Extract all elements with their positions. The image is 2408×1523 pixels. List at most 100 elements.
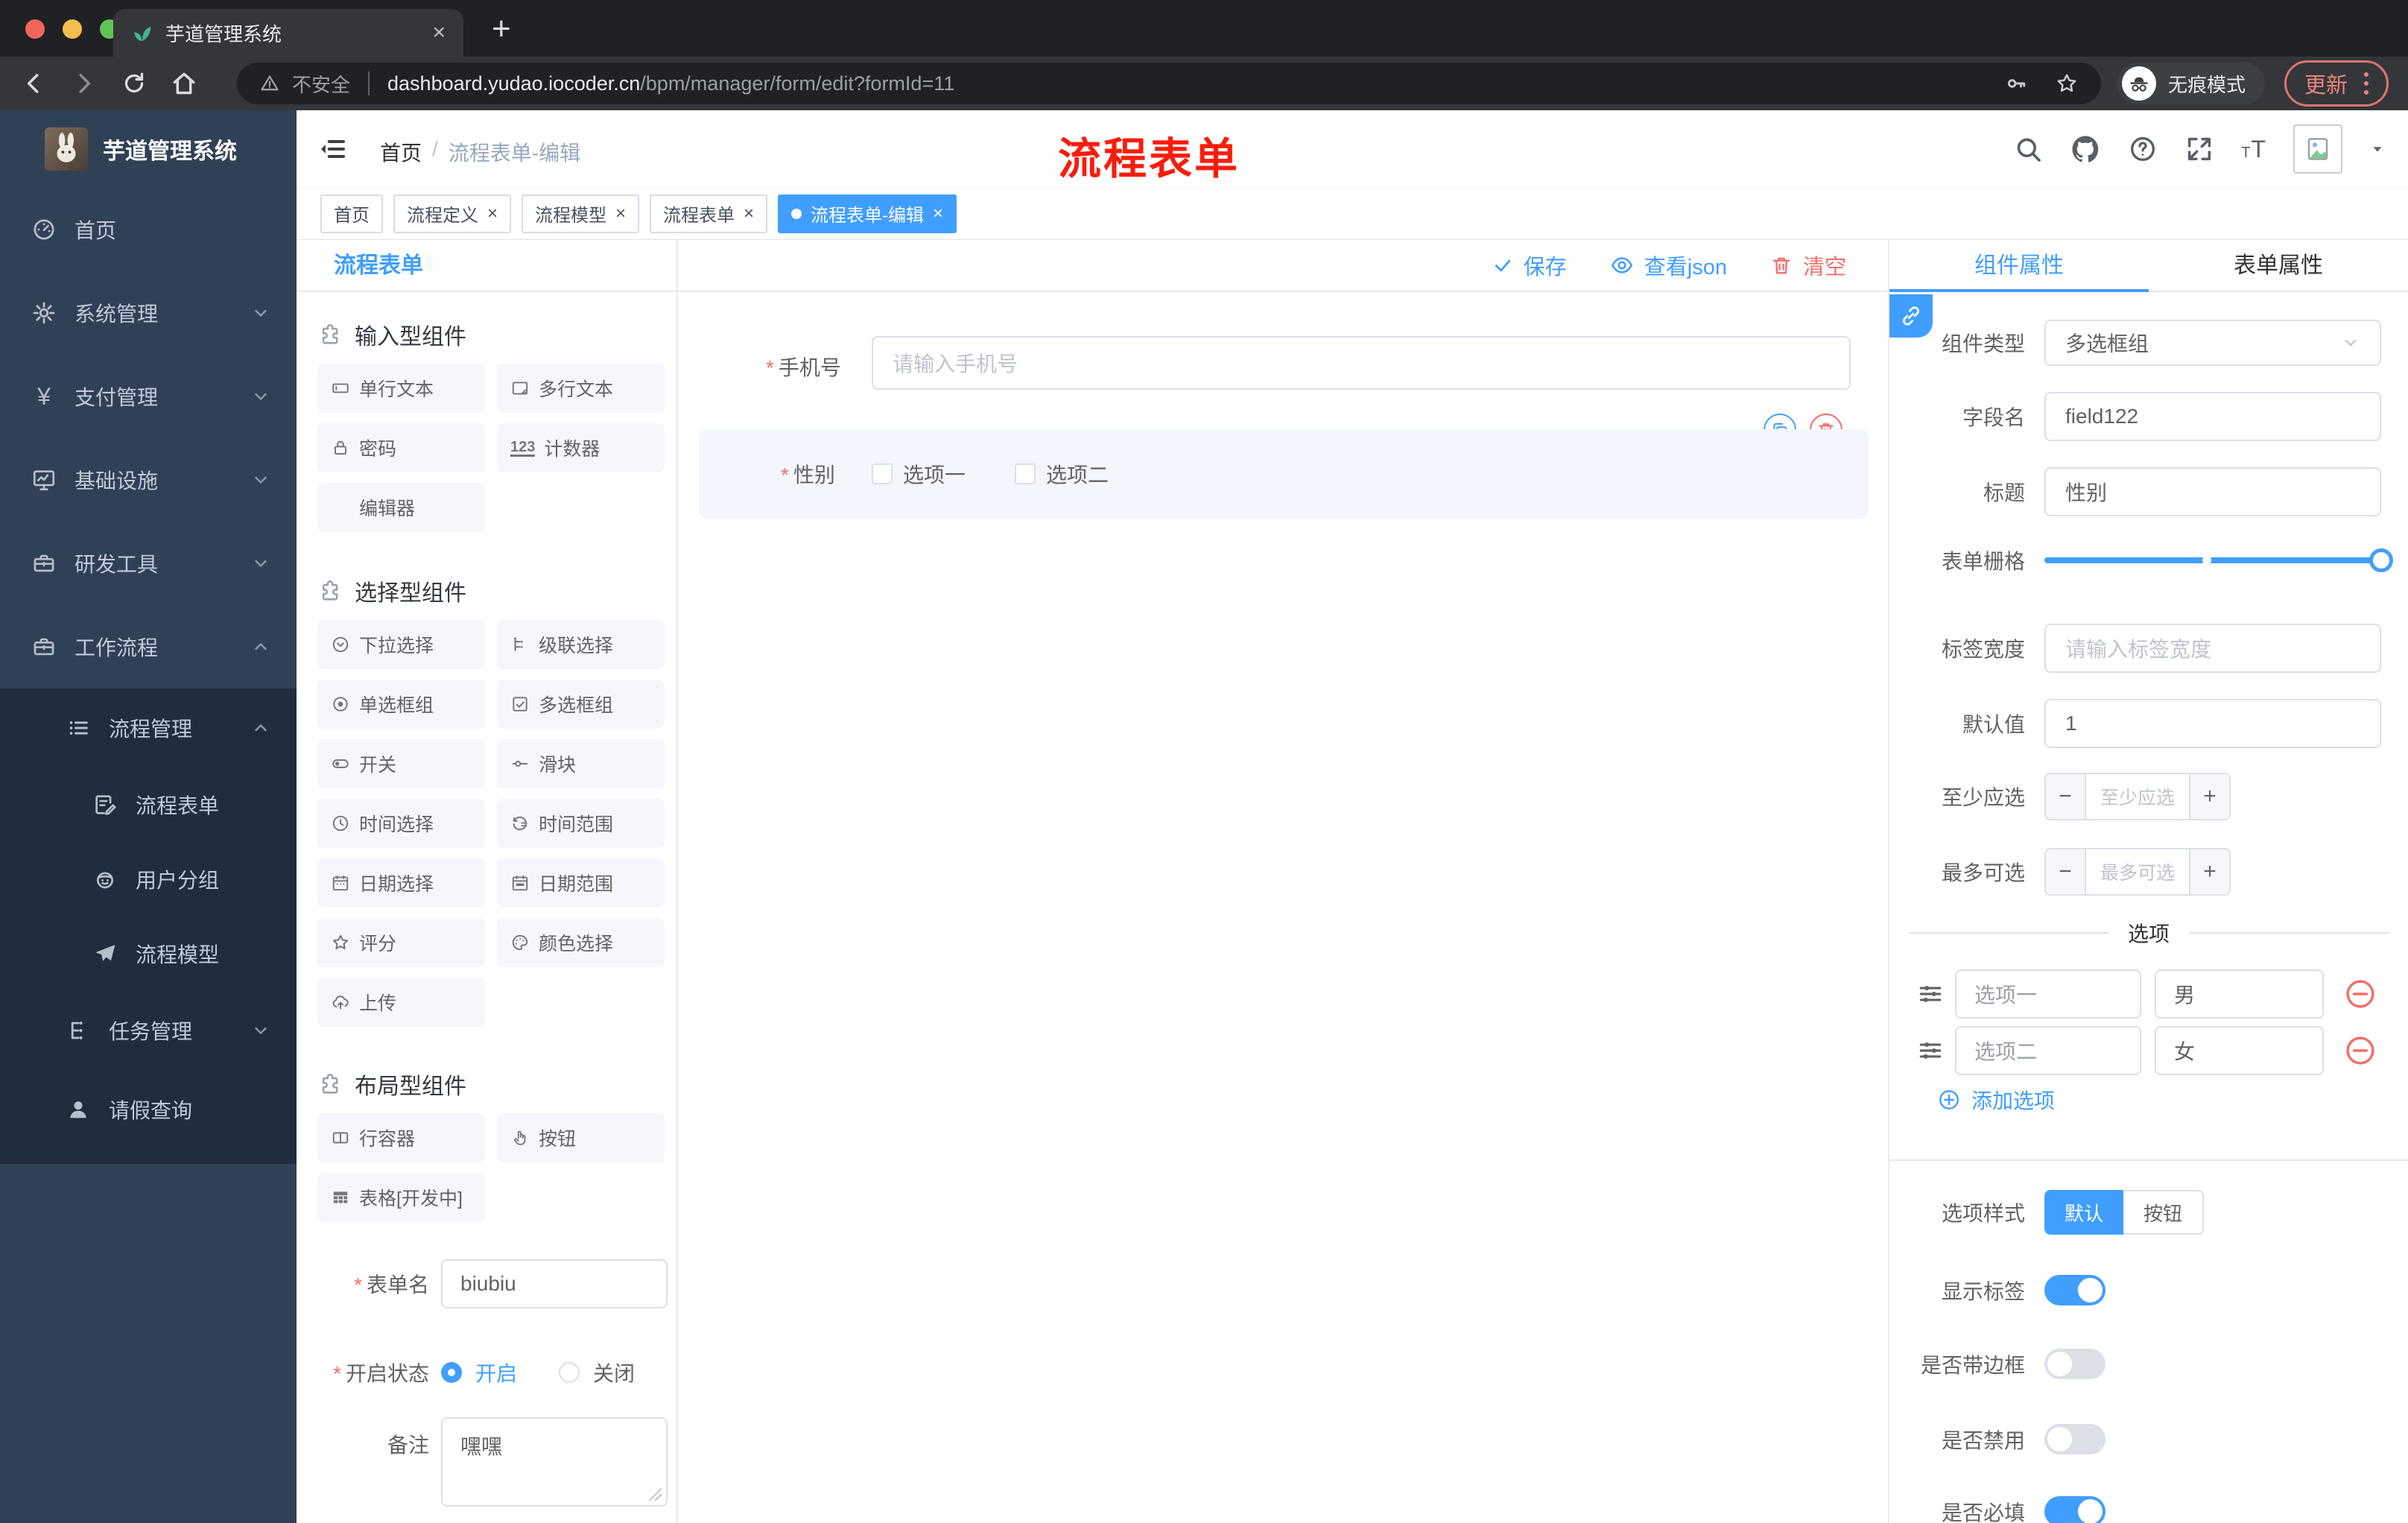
bookmark-star-icon[interactable]	[2055, 72, 2079, 95]
palette-item-switch[interactable]: 开关	[317, 739, 485, 788]
tab-component-props[interactable]: 组件属性	[1889, 240, 2149, 291]
plus-button[interactable]: +	[2189, 849, 2229, 894]
option-value-input[interactable]: 男	[2155, 969, 2324, 1019]
tag-close-icon[interactable]: ×	[487, 203, 498, 224]
minus-button[interactable]: −	[2046, 774, 2086, 819]
checkbox-icon[interactable]	[1015, 463, 1036, 484]
palette-item-date-range[interactable]: 日期范围	[497, 858, 665, 908]
form-grid-slider[interactable]	[2044, 548, 2393, 573]
palette-item-color-picker[interactable]: 颜色选择	[497, 918, 665, 967]
phone-field-input[interactable]: 请输入手机号	[872, 336, 1851, 390]
option-label-input[interactable]: 选项一	[1955, 969, 2141, 1019]
caret-down-icon[interactable]	[2369, 141, 2386, 157]
palette-item-editor[interactable]: 编辑器	[317, 483, 485, 532]
plus-button[interactable]: +	[2189, 774, 2229, 819]
tag-close-icon[interactable]: ×	[615, 203, 626, 224]
window-close-button[interactable]	[25, 19, 45, 39]
sidebar-item-devtools[interactable]: 研发工具	[0, 522, 297, 605]
font-size-icon[interactable]: TT	[2241, 136, 2266, 163]
github-icon[interactable]	[2070, 133, 2101, 165]
tag-close-icon[interactable]: ×	[933, 203, 943, 224]
palette-item-date-picker[interactable]: 日期选择	[317, 858, 485, 908]
required-toggle[interactable]	[2044, 1496, 2106, 1523]
browser-update-button[interactable]: 更新	[2284, 60, 2389, 107]
tag-close-icon[interactable]: ×	[744, 203, 754, 224]
checkbox-icon[interactable]	[872, 463, 893, 484]
sidebar-item-process-model[interactable]: 流程模型	[0, 916, 297, 991]
sidebar-item-process-mgmt[interactable]: 流程管理	[0, 688, 297, 767]
view-json-button[interactable]: 查看json	[1610, 250, 1727, 281]
palette-item-counter[interactable]: 123 计数器	[497, 423, 665, 472]
title-input[interactable]: 性别	[2044, 467, 2381, 516]
search-icon[interactable]	[2013, 134, 2043, 164]
remove-option-icon[interactable]	[2343, 1033, 2377, 1068]
palette-item-time-picker[interactable]: 时间选择	[317, 799, 485, 848]
max-select-value[interactable]: 最多可选	[2086, 849, 2189, 894]
clear-button[interactable]: 清空	[1770, 250, 1846, 281]
gender-component-selected[interactable]: * 性别 选项一 选项二	[699, 429, 1869, 519]
fullscreen-icon[interactable]	[2184, 134, 2214, 164]
status-off-label[interactable]: 关闭	[593, 1358, 635, 1387]
sidebar-fold-icon[interactable]	[317, 134, 347, 164]
drag-handle-icon[interactable]	[1916, 1036, 1945, 1065]
tab-close-icon[interactable]: ×	[432, 22, 446, 44]
sidebar-item-workflow[interactable]: 工作流程	[0, 605, 297, 688]
sidebar-item-infra[interactable]: 基础设施	[0, 438, 297, 522]
new-tab-button[interactable]: +	[492, 10, 511, 48]
radio-on-icon[interactable]	[441, 1362, 462, 1383]
palette-item-button[interactable]: 按钮	[497, 1113, 665, 1162]
add-option-button[interactable]: 添加选项	[1937, 1085, 2055, 1115]
palette-item-row-container[interactable]: 行容器	[317, 1113, 485, 1162]
tag-process-form-edit[interactable]: 流程表单-编辑 ×	[778, 194, 957, 233]
default-value-input[interactable]: 1	[2044, 699, 2381, 748]
palette-item-slider[interactable]: 滑块	[497, 739, 665, 788]
sidebar-item-system[interactable]: 系统管理	[0, 271, 297, 355]
minus-button[interactable]: −	[2046, 849, 2086, 894]
sidebar-item-payment[interactable]: ¥ 支付管理	[0, 355, 297, 438]
checkbox-label[interactable]: 选项一	[903, 459, 966, 489]
radio-off-icon[interactable]	[559, 1362, 580, 1383]
tag-process-form[interactable]: 流程表单 ×	[650, 194, 768, 233]
address-bar[interactable]: 不安全 dashboard.yudao.iocoder.cn/bpm/manag…	[237, 63, 2101, 104]
tag-process-definition[interactable]: 流程定义 ×	[393, 194, 512, 233]
breadcrumb-home[interactable]: 首页	[380, 137, 422, 167]
form-remark-textarea[interactable]: 嘿嘿	[441, 1417, 668, 1507]
component-type-select[interactable]: 多选框组	[2044, 320, 2381, 366]
sidebar-item-user-group[interactable]: 用户分组	[0, 842, 297, 916]
disabled-toggle[interactable]	[2044, 1424, 2106, 1454]
palette-item-rate[interactable]: 评分	[317, 918, 485, 967]
checkbox-label[interactable]: 选项二	[1046, 459, 1109, 489]
palette-item-radio-group[interactable]: 单选框组	[317, 680, 485, 729]
field-name-input[interactable]: field122	[2044, 392, 2381, 441]
sidebar-logo[interactable]: 芋道管理系统	[0, 110, 297, 188]
sidebar-item-leave-query[interactable]: 请假查询	[0, 1070, 297, 1149]
slider-handle[interactable]	[2369, 548, 2393, 572]
password-key-icon[interactable]	[2004, 72, 2028, 95]
back-icon[interactable]	[19, 69, 48, 98]
tag-home[interactable]: 首页	[320, 194, 383, 233]
option-value-input[interactable]: 女	[2155, 1026, 2324, 1075]
browser-menu-icon[interactable]	[2364, 72, 2369, 95]
tag-process-model[interactable]: 流程模型 ×	[522, 194, 640, 233]
min-select-value[interactable]: 至少应选	[2086, 774, 2189, 819]
palette-item-upload[interactable]: 上传	[317, 978, 485, 1027]
home-icon[interactable]	[170, 69, 198, 98]
avatar[interactable]	[2293, 124, 2342, 174]
status-on-label[interactable]: 开启	[475, 1358, 517, 1387]
save-button[interactable]: 保存	[1492, 250, 1567, 281]
style-default-button[interactable]: 默认	[2044, 1190, 2124, 1235]
sidebar-item-process-form[interactable]: 流程表单	[0, 767, 297, 842]
browser-tab[interactable]: 芋道管理系统 ×	[113, 9, 463, 57]
remove-option-icon[interactable]	[2343, 977, 2377, 1011]
palette-item-checkbox-group[interactable]: 多选框组	[497, 680, 665, 729]
forward-icon[interactable]	[70, 69, 98, 98]
show-label-toggle[interactable]	[2044, 1275, 2106, 1305]
sidebar-item-home[interactable]: 首页	[0, 188, 297, 271]
tab-form-props[interactable]: 表单属性	[2149, 240, 2408, 291]
palette-item-select[interactable]: 下拉选择	[317, 620, 485, 669]
link-button[interactable]	[1889, 294, 1933, 338]
option-label-input[interactable]: 选项二	[1955, 1026, 2141, 1075]
palette-item-password[interactable]: 密码	[317, 423, 485, 472]
palette-item-single-text[interactable]: 单行文本	[317, 364, 485, 413]
sidebar-item-task-mgmt[interactable]: 任务管理	[0, 991, 297, 1070]
